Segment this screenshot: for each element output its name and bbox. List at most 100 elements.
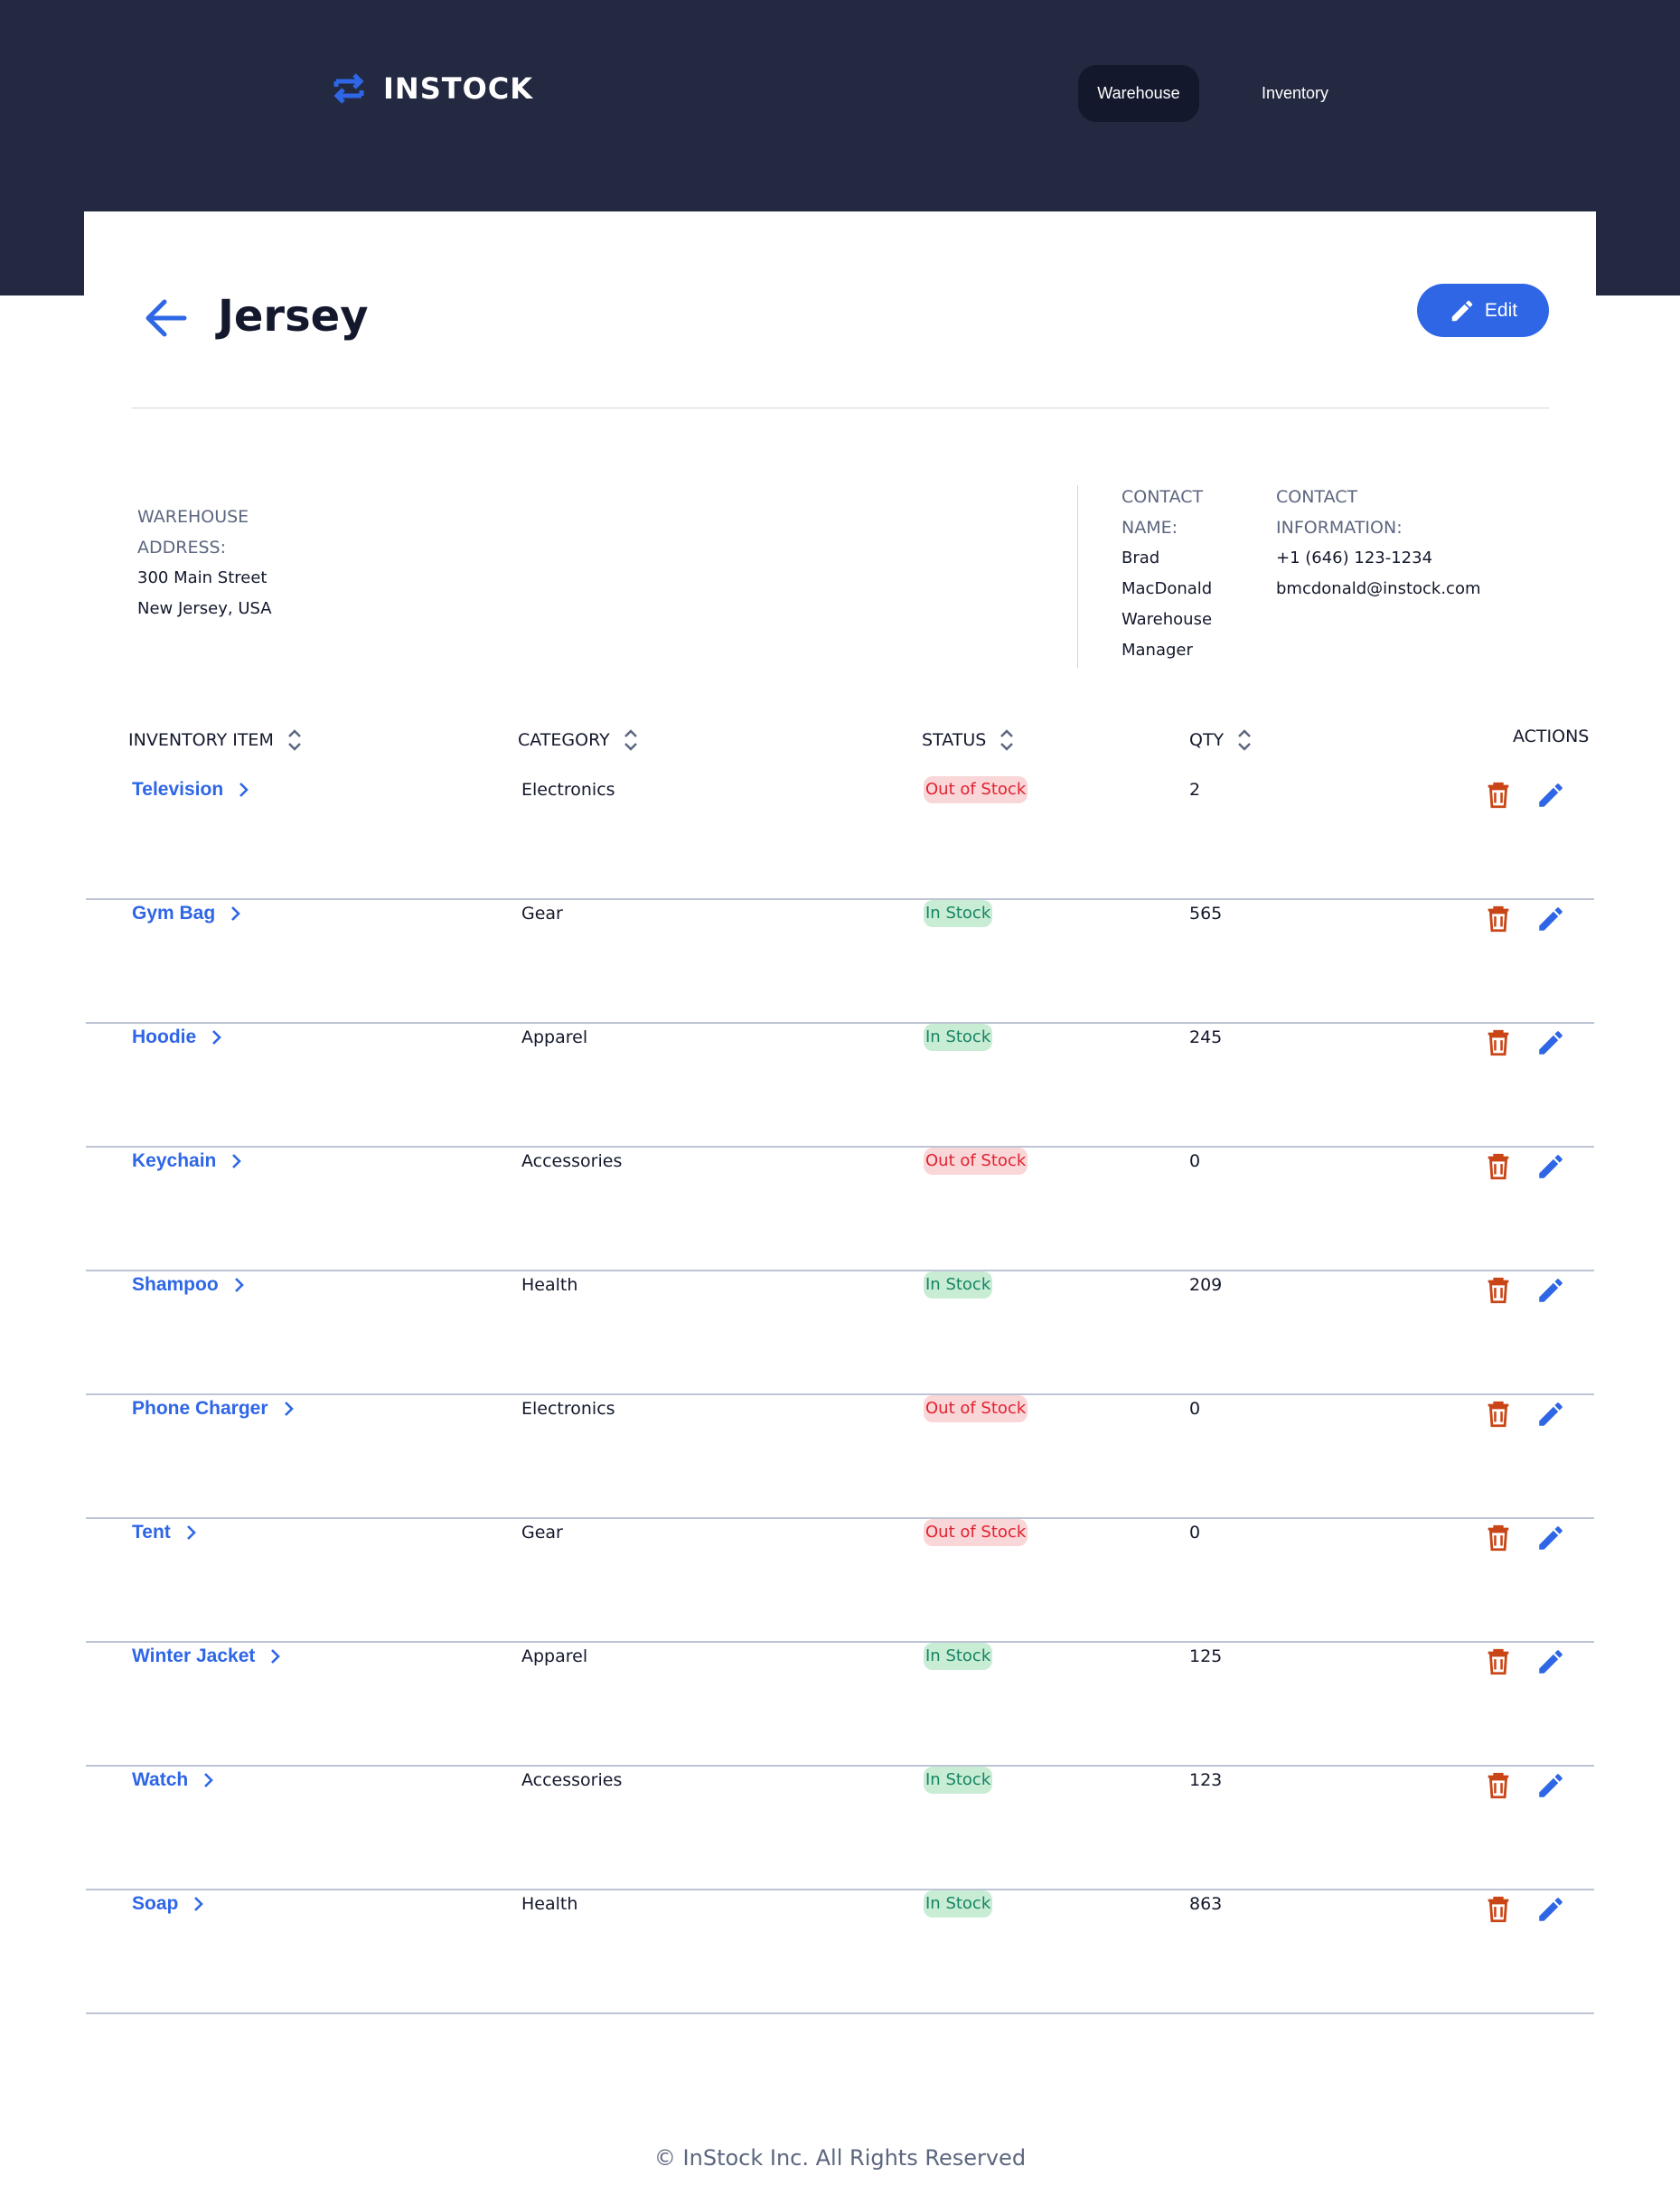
table-row: Soap Health In Stock 863 <box>86 1890 1594 2014</box>
item-qty: 209 <box>1189 1275 1223 1295</box>
status-badge: In Stock <box>924 900 993 927</box>
pencil-icon[interactable] <box>1535 1894 1566 1925</box>
item-link[interactable]: Gym Bag <box>132 900 246 927</box>
item-link[interactable]: Hoodie <box>132 1024 227 1051</box>
item-category: Electronics <box>521 1399 615 1419</box>
address-line: New Jersey, USA <box>137 599 272 618</box>
header-status[interactable]: STATUS <box>922 727 1017 754</box>
pencil-icon[interactable] <box>1535 904 1566 934</box>
pencil-icon[interactable] <box>1535 1151 1566 1182</box>
item-link[interactable]: Shampoo <box>132 1271 249 1299</box>
sort-icon[interactable] <box>997 727 1017 754</box>
nav-warehouse[interactable]: Warehouse <box>1078 65 1199 122</box>
trash-icon[interactable] <box>1483 1894 1514 1925</box>
chevron-right-icon <box>232 1154 242 1168</box>
contact-info-label: INFORMATION: <box>1276 518 1403 538</box>
status-badge: In Stock <box>924 1271 993 1299</box>
pencil-icon[interactable] <box>1535 1399 1566 1430</box>
sort-icon[interactable] <box>285 727 305 754</box>
item-link[interactable]: Tent <box>132 1519 202 1546</box>
warehouse-address: WAREHOUSE ADDRESS: 300 Main Street New J… <box>137 502 372 624</box>
item-qty: 123 <box>1189 1770 1223 1790</box>
page-title: Jersey <box>218 291 369 342</box>
pencil-icon <box>1451 300 1473 321</box>
trash-icon[interactable] <box>1483 1399 1514 1430</box>
item-category: Apparel <box>521 1027 588 1047</box>
chevron-right-icon <box>212 1030 222 1045</box>
pencil-icon[interactable] <box>1535 1275 1566 1306</box>
contact-info-label: CONTACT <box>1276 487 1358 507</box>
item-category: Accessories <box>521 1770 623 1790</box>
item-name: Phone Charger <box>132 1398 268 1419</box>
trash-icon[interactable] <box>1483 1275 1514 1306</box>
contact-role: Manager <box>1122 641 1193 660</box>
trash-icon[interactable] <box>1483 1770 1514 1801</box>
trash-icon[interactable] <box>1483 1646 1514 1677</box>
trash-icon[interactable] <box>1483 780 1514 811</box>
item-link[interactable]: Keychain <box>132 1148 247 1175</box>
item-qty: 0 <box>1189 1523 1201 1543</box>
status-badge: Out of Stock <box>924 1519 1028 1546</box>
chevron-right-icon <box>231 906 241 921</box>
pencil-icon[interactable] <box>1535 1027 1566 1058</box>
item-link[interactable]: Winter Jacket <box>132 1643 286 1670</box>
arrow-back-icon[interactable] <box>141 295 188 342</box>
trash-icon[interactable] <box>1483 1151 1514 1182</box>
item-name: Winter Jacket <box>132 1646 256 1666</box>
contact-name-label: NAME: <box>1122 518 1178 538</box>
item-link[interactable]: Phone Charger <box>132 1395 299 1422</box>
status-badge: In Stock <box>924 1767 993 1794</box>
edit-label: Edit <box>1484 299 1518 321</box>
item-qty: 565 <box>1189 904 1223 924</box>
item-category: Gear <box>521 904 563 924</box>
table-row: Keychain Accessories Out of Stock 0 <box>86 1148 1594 1271</box>
table-row: Phone Charger Electronics Out of Stock 0 <box>86 1395 1594 1519</box>
item-link[interactable]: Television <box>132 776 254 803</box>
logo-text: INSTOCK <box>383 71 534 106</box>
item-name: Soap <box>132 1893 179 1914</box>
swap-arrows-icon <box>333 73 364 104</box>
status-badge: In Stock <box>924 1890 993 1918</box>
pencil-icon[interactable] <box>1535 1523 1566 1553</box>
header-qty[interactable]: QTY <box>1189 727 1254 754</box>
pencil-icon[interactable] <box>1535 780 1566 811</box>
trash-icon[interactable] <box>1483 1027 1514 1058</box>
pencil-icon[interactable] <box>1535 1770 1566 1801</box>
nav-inventory[interactable]: Inventory <box>1233 65 1357 122</box>
table-row: Television Electronics Out of Stock 2 <box>86 776 1594 900</box>
item-name: Hoodie <box>132 1027 197 1047</box>
item-category: Gear <box>521 1523 563 1543</box>
address-label: ADDRESS: <box>137 538 226 558</box>
item-qty: 0 <box>1189 1399 1201 1419</box>
contact-name-label: CONTACT <box>1122 487 1204 507</box>
edit-button[interactable]: Edit <box>1417 284 1549 337</box>
item-link[interactable]: Watch <box>132 1767 219 1794</box>
pencil-icon[interactable] <box>1535 1646 1566 1677</box>
trash-icon[interactable] <box>1483 1523 1514 1553</box>
header-label: ACTIONS <box>1513 727 1590 746</box>
contact-name: CONTACT NAME: Brad MacDonald Warehouse M… <box>1122 482 1239 666</box>
contact-name-value: MacDonald <box>1122 579 1213 598</box>
item-name: Shampoo <box>132 1274 219 1295</box>
status-badge: In Stock <box>924 1024 993 1051</box>
header-label: QTY <box>1189 730 1225 750</box>
sort-icon[interactable] <box>1234 727 1254 754</box>
address-label: WAREHOUSE <box>137 507 249 527</box>
header-category[interactable]: CATEGORY <box>518 727 641 754</box>
trash-icon[interactable] <box>1483 904 1514 934</box>
chevron-right-icon <box>186 1525 196 1540</box>
item-qty: 2 <box>1189 780 1201 800</box>
item-name: Gym Bag <box>132 903 216 924</box>
contact-role: Warehouse <box>1122 610 1213 629</box>
chevron-right-icon <box>239 783 249 797</box>
logo[interactable]: INSTOCK <box>331 69 533 108</box>
table-row: Hoodie Apparel In Stock 245 <box>86 1024 1594 1148</box>
divider <box>1077 485 1078 668</box>
address-line: 300 Main Street <box>137 568 267 587</box>
sort-icon[interactable] <box>621 727 641 754</box>
item-category: Apparel <box>521 1646 588 1666</box>
header-inventory-item[interactable]: INVENTORY ITEM <box>128 727 305 754</box>
item-name: Watch <box>132 1769 189 1790</box>
status-badge: Out of Stock <box>924 1148 1028 1175</box>
item-link[interactable]: Soap <box>132 1890 209 1918</box>
